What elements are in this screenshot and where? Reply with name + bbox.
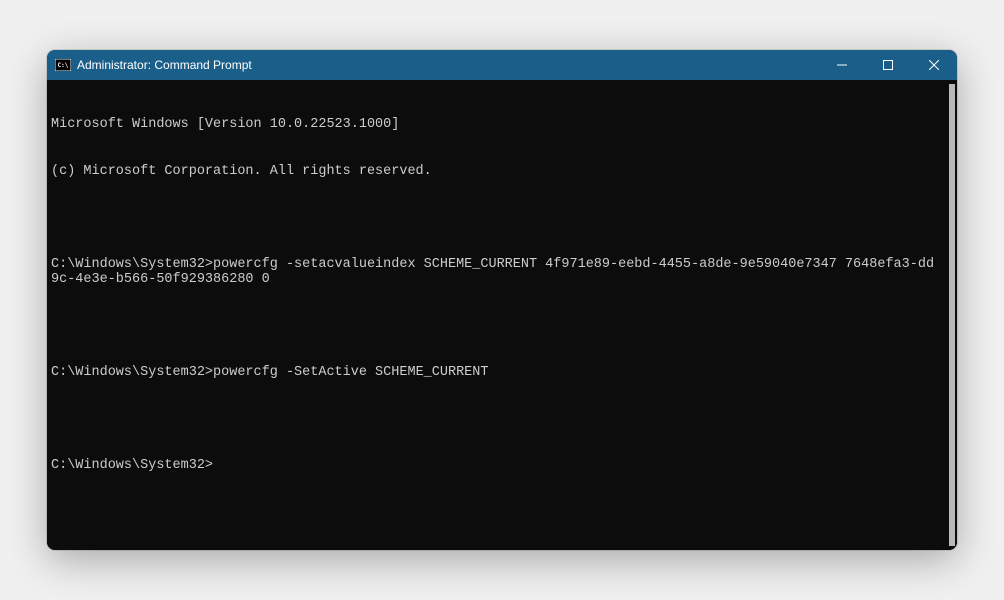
terminal-area: Microsoft Windows [Version 10.0.22523.10…: [47, 80, 957, 550]
minimize-icon: [837, 60, 847, 70]
prompt-text: C:\Windows\System32>: [51, 458, 213, 473]
terminal-line: C:\Windows\System32>: [51, 458, 941, 474]
prompt-text: C:\Windows\System32>: [51, 365, 213, 380]
terminal-line: (c) Microsoft Corporation. All rights re…: [51, 164, 941, 180]
terminal-blank: [51, 210, 941, 226]
window-controls: [819, 50, 957, 80]
prompt-text: C:\Windows\System32>: [51, 257, 213, 272]
scrollbar-track[interactable]: [945, 80, 957, 550]
terminal-line: C:\Windows\System32>powercfg -SetActive …: [51, 365, 941, 381]
terminal-output[interactable]: Microsoft Windows [Version 10.0.22523.10…: [47, 80, 945, 550]
svg-text:C:\: C:\: [58, 62, 69, 69]
close-button[interactable]: [911, 50, 957, 80]
command-prompt-window: C:\ Administrator: Command Prompt: [47, 50, 957, 550]
close-icon: [929, 60, 939, 70]
terminal-line: C:\Windows\System32>powercfg -setacvalue…: [51, 257, 941, 288]
window-title: Administrator: Command Prompt: [77, 58, 252, 72]
maximize-icon: [883, 60, 893, 70]
terminal-blank: [51, 412, 941, 428]
command-text: powercfg -SetActive SCHEME_CURRENT: [213, 365, 488, 380]
cmd-icon: C:\: [55, 58, 71, 72]
terminal-blank: [51, 319, 941, 335]
scrollbar-thumb[interactable]: [949, 84, 955, 546]
maximize-button[interactable]: [865, 50, 911, 80]
terminal-line: Microsoft Windows [Version 10.0.22523.10…: [51, 117, 941, 133]
minimize-button[interactable]: [819, 50, 865, 80]
titlebar[interactable]: C:\ Administrator: Command Prompt: [47, 50, 957, 80]
